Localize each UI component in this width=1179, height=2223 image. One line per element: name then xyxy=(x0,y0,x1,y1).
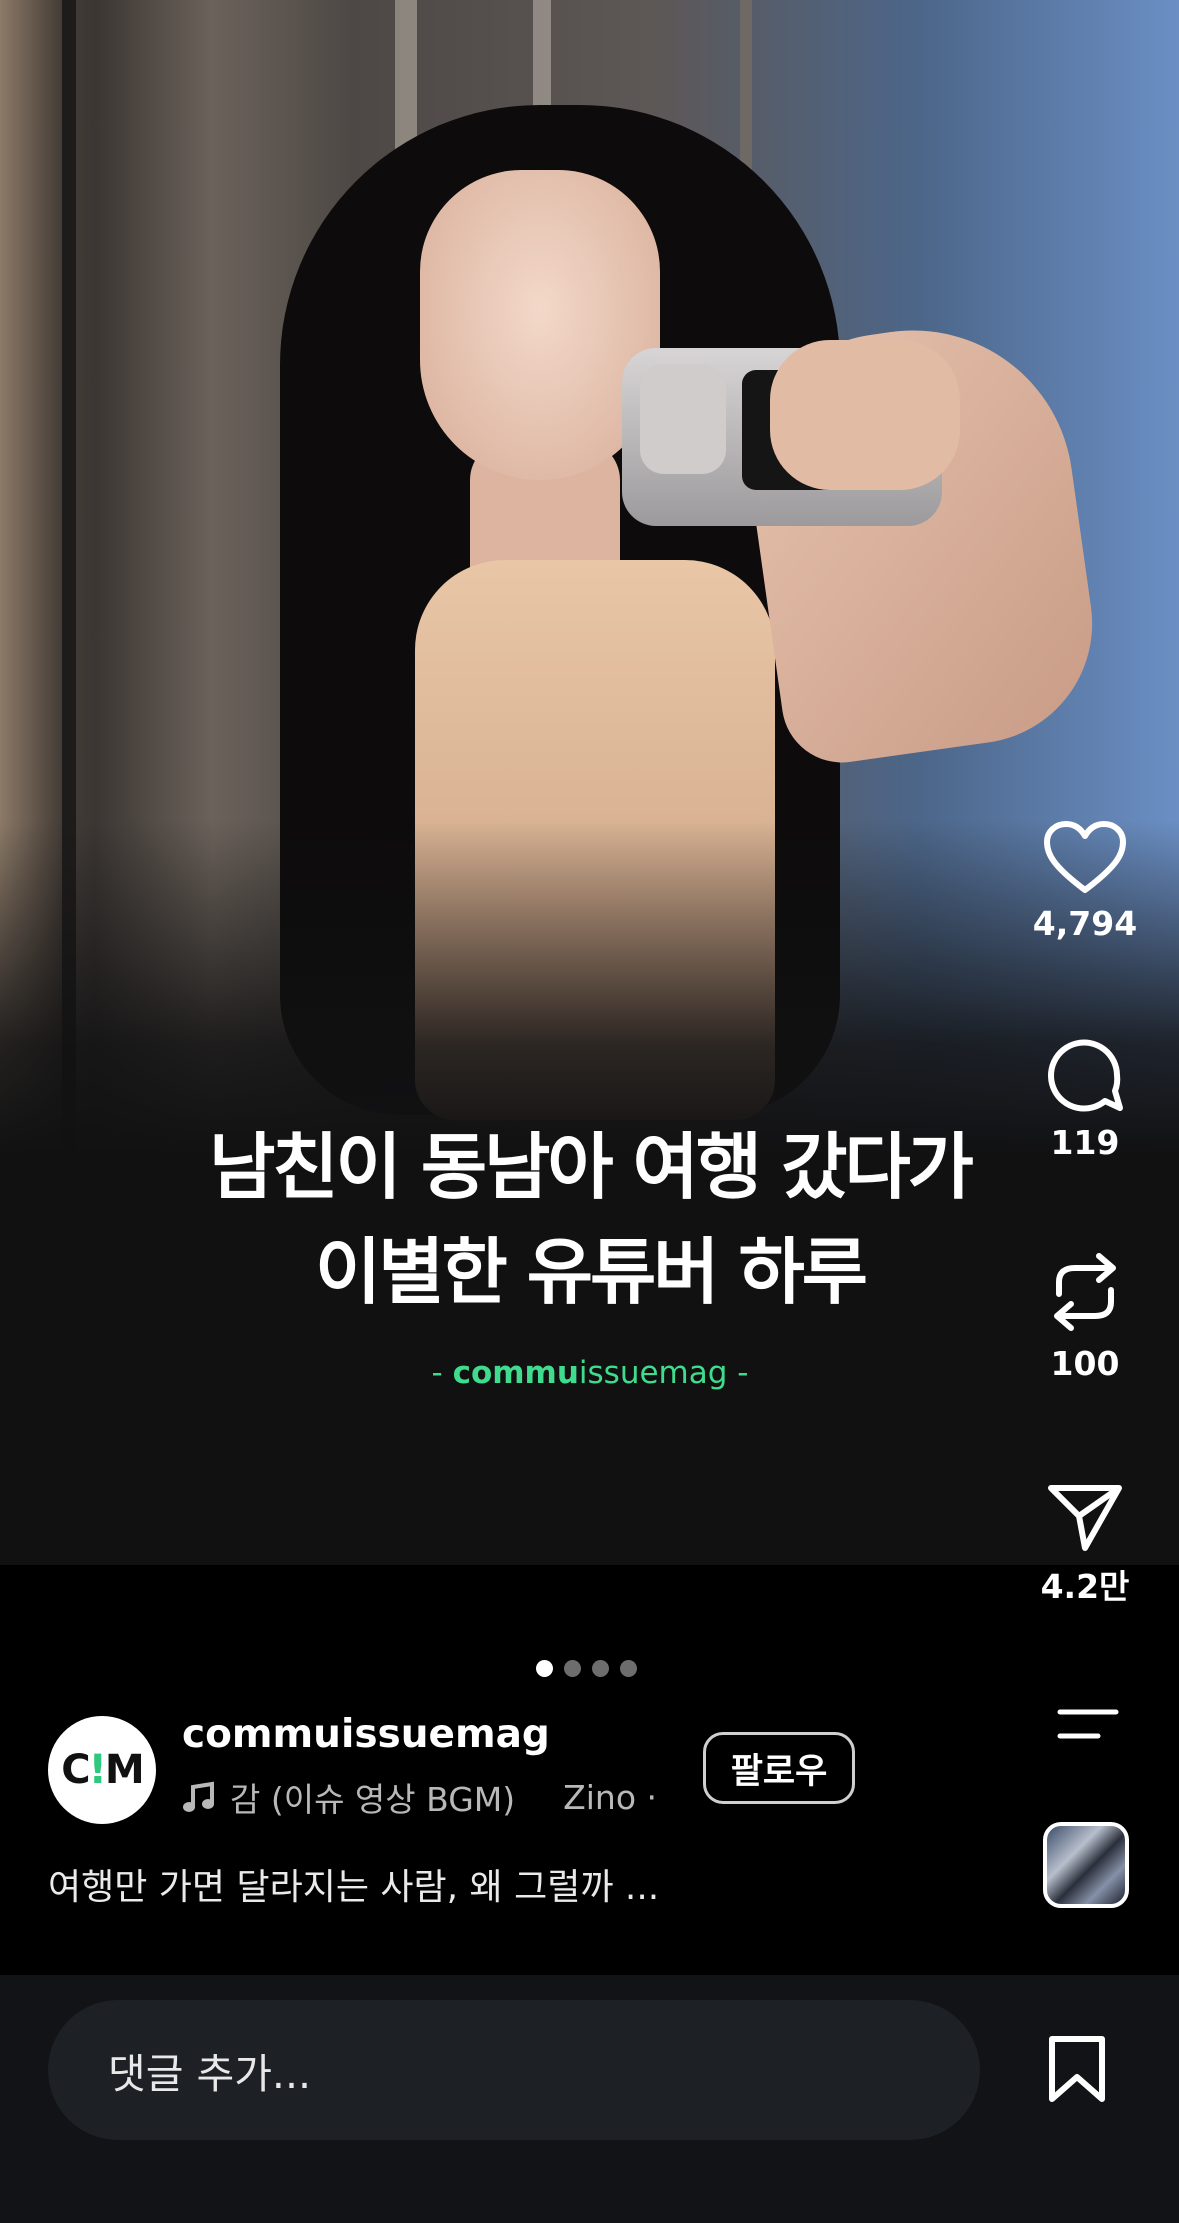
like-count: 4,794 xyxy=(1032,904,1138,943)
avatar-logo: C!M xyxy=(61,1747,145,1793)
watermark-bold: commu xyxy=(452,1355,579,1391)
more-options-button[interactable] xyxy=(1056,1706,1120,1746)
music-title: 감 (이슈 영상 BGM) xyxy=(230,1780,516,1819)
info-panel xyxy=(0,1565,1179,1975)
repost-count: 100 xyxy=(1050,1344,1120,1383)
post-headline: 남친이 동남아 여행 갔다가 이별한 유튜버 하루 xyxy=(150,1115,1030,1325)
watermark-rest: issuemag xyxy=(578,1355,728,1391)
avatar-logo-m: M xyxy=(104,1747,145,1793)
bookmark-button[interactable] xyxy=(1046,2035,1108,2109)
comment-count: 119 xyxy=(1050,1123,1120,1162)
post-caption[interactable]: 여행만 가면 달라지는 사람, 왜 그럴까 ... xyxy=(48,1858,659,1910)
comment-button[interactable]: 119 xyxy=(1030,1035,1140,1162)
carousel-dot xyxy=(592,1660,609,1677)
music-note-icon xyxy=(183,1781,214,1812)
carousel-indicator xyxy=(536,1660,637,1677)
carousel-dot xyxy=(620,1660,637,1677)
carousel-dot-active xyxy=(536,1660,553,1677)
repost-icon xyxy=(1054,1253,1116,1331)
music-artist: Zino · xyxy=(563,1777,657,1817)
like-button[interactable]: 4,794 xyxy=(1030,820,1140,943)
audio-thumbnail[interactable] xyxy=(1043,1822,1129,1908)
headline-line-1: 남친이 동남아 여행 갔다가 xyxy=(209,1125,974,1209)
post-photo[interactable] xyxy=(0,0,1179,1565)
avatar-logo-mark: ! xyxy=(88,1747,107,1793)
comment-icon xyxy=(1048,1039,1123,1112)
author-username[interactable]: commuissuemag xyxy=(182,1712,550,1757)
menu-icon xyxy=(1057,1709,1119,1739)
comment-placeholder: 댓글 추가... xyxy=(108,2050,312,2098)
carousel-dot xyxy=(564,1660,581,1677)
post-watermark: - commuissuemag - xyxy=(150,1355,1030,1391)
heart-icon xyxy=(1044,821,1126,893)
share-count: 4.2만 xyxy=(1040,1567,1130,1606)
bookmark-icon xyxy=(1049,2036,1105,2102)
photo-hand xyxy=(770,340,960,490)
photo-phone-camera xyxy=(640,364,726,474)
music-info[interactable]: 감 (이슈 영상 BGM) Zino · xyxy=(182,1773,657,1821)
watermark-prefix: - xyxy=(431,1355,453,1391)
avatar-logo-c: C xyxy=(61,1747,90,1793)
author-avatar[interactable]: C!M xyxy=(48,1716,156,1824)
repost-button[interactable]: 100 xyxy=(1030,1248,1140,1383)
headline-line-2: 이별한 유튜버 하루 xyxy=(314,1230,868,1314)
share-button[interactable]: 4.2만 xyxy=(1030,1480,1140,1608)
comment-input[interactable]: 댓글 추가... xyxy=(48,2000,980,2140)
follow-button[interactable]: 팔로우 xyxy=(703,1732,855,1804)
watermark-suffix: - xyxy=(727,1355,749,1391)
share-icon xyxy=(1048,1485,1122,1551)
